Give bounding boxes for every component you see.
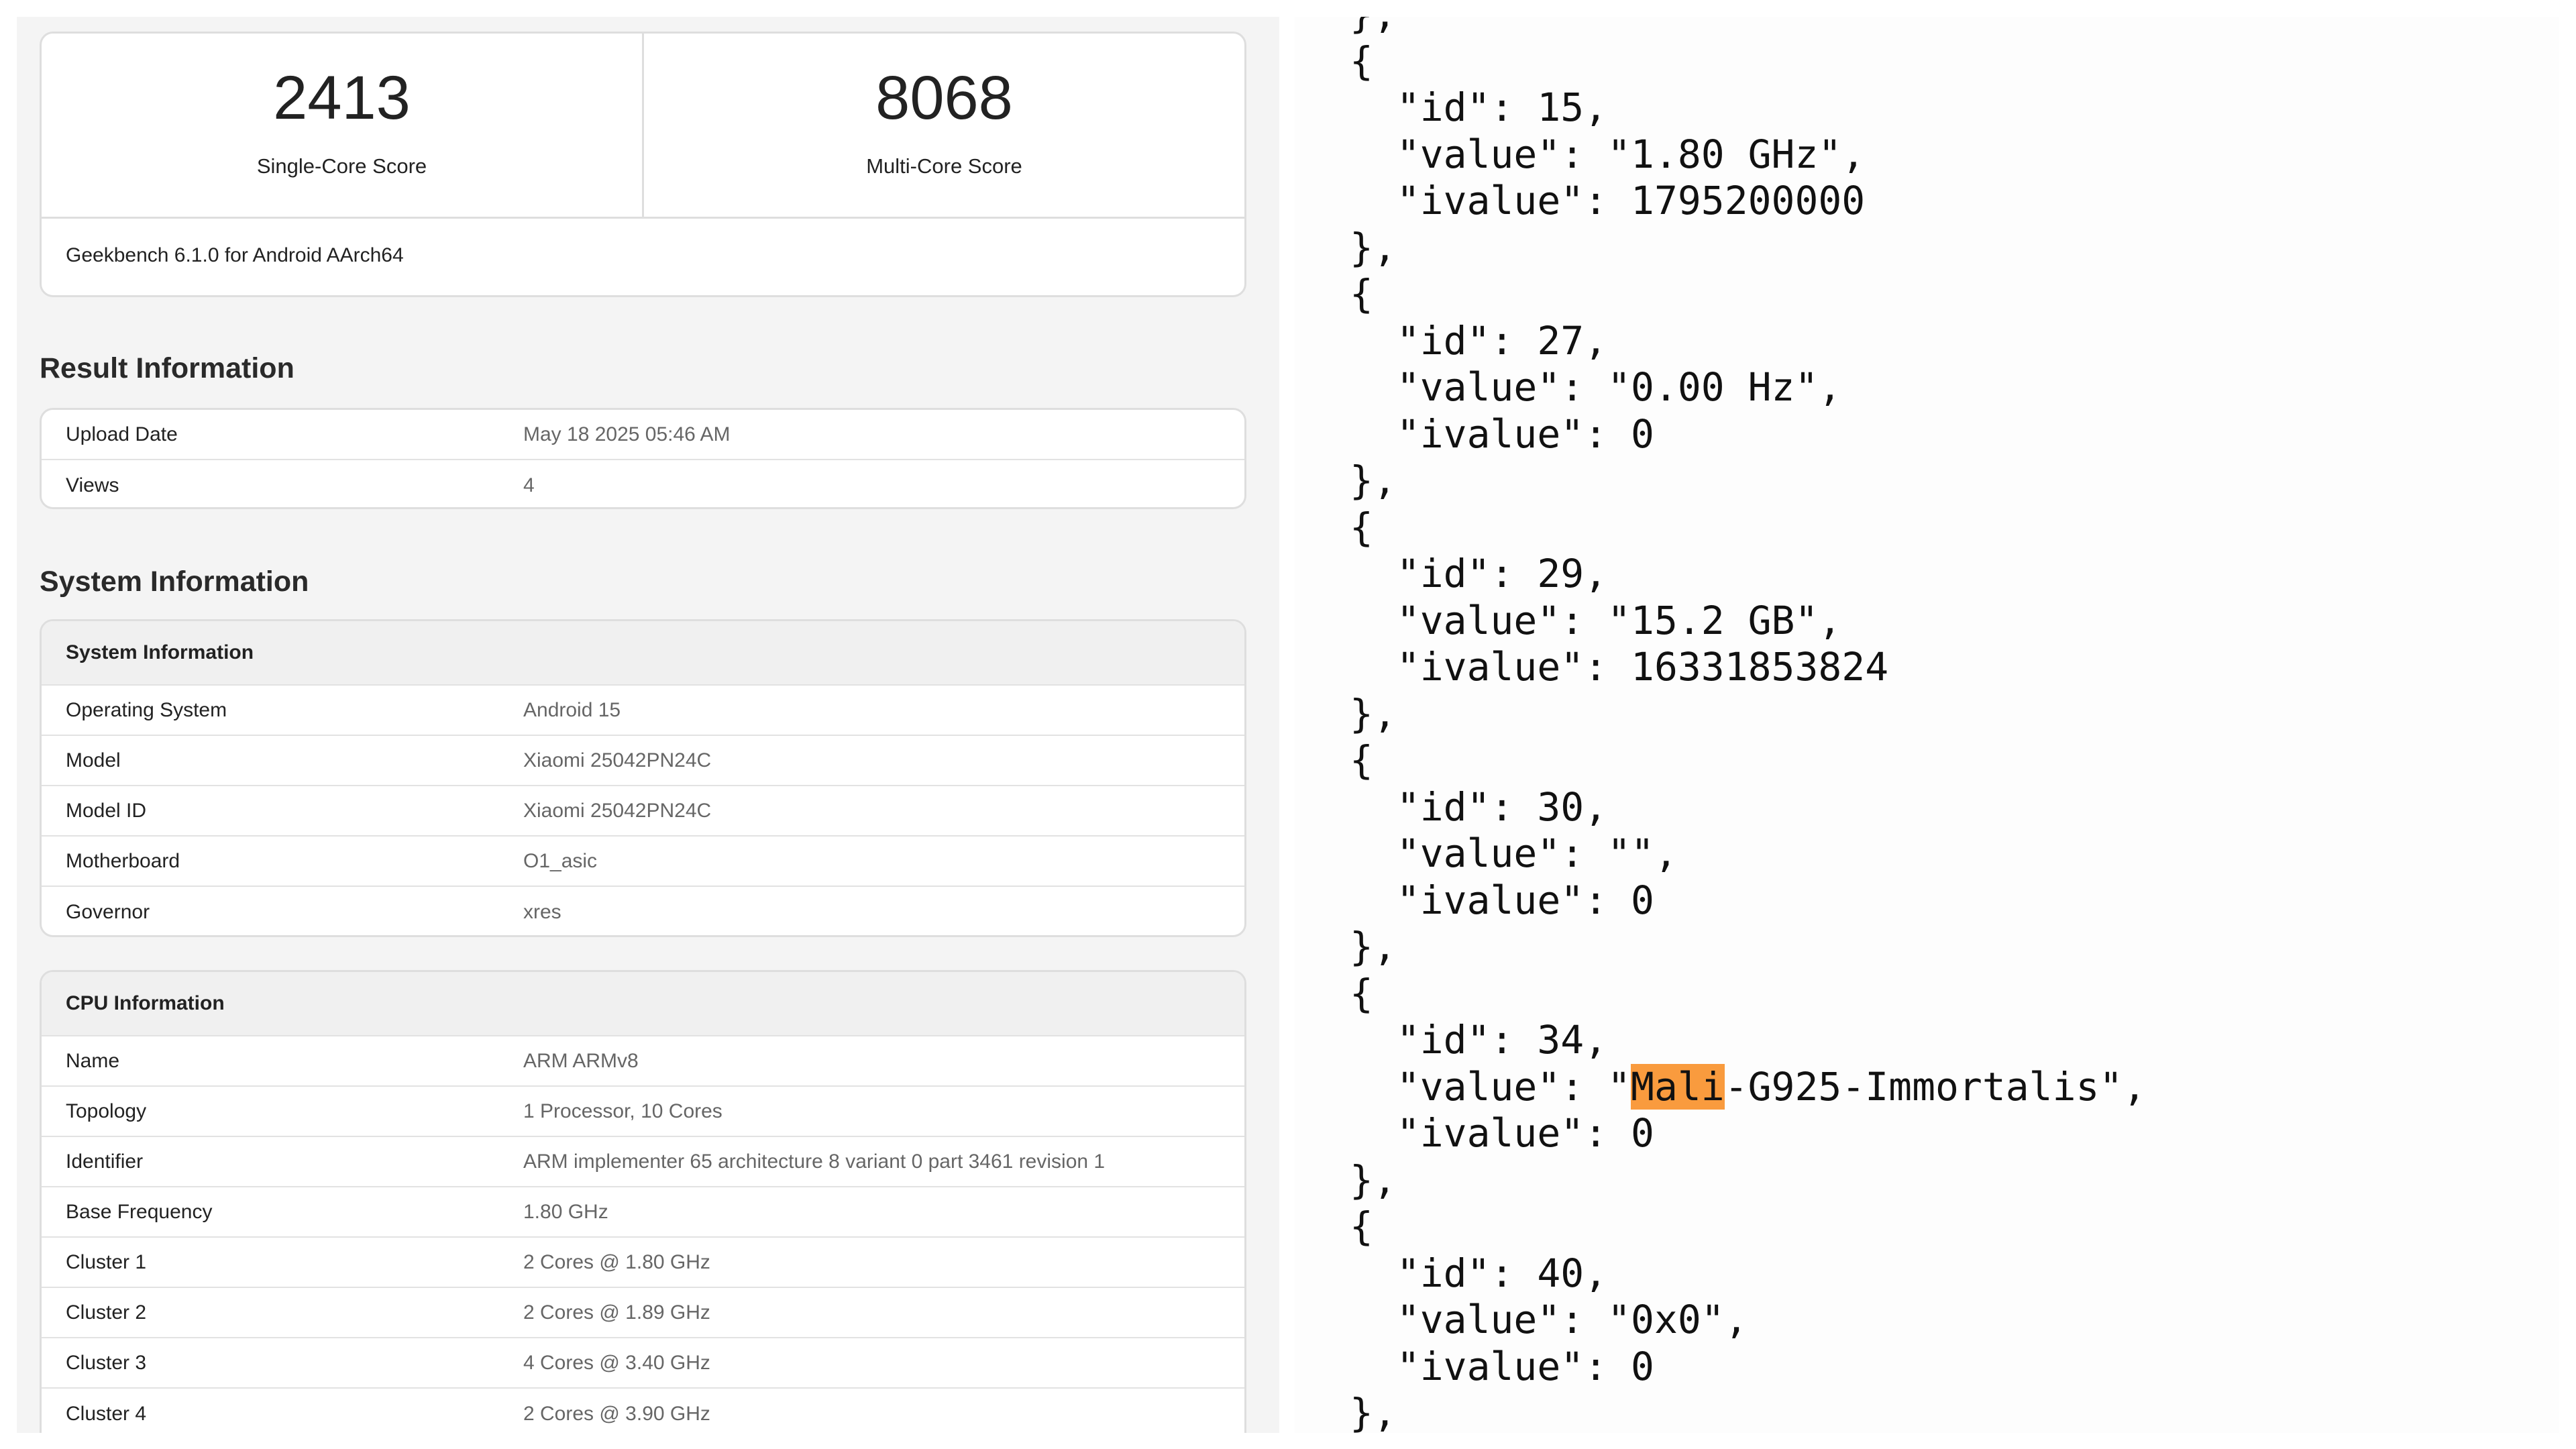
result-information-heading: Result Information: [40, 352, 294, 384]
row-value: 2 Cores @ 3.90 GHz: [523, 1402, 710, 1425]
row-label: Model ID: [66, 799, 147, 822]
info-row-governor: Governor xres: [42, 887, 1244, 935]
row-label: Cluster 4: [66, 1402, 147, 1425]
code-line: {: [1350, 737, 1373, 783]
code-line: "value": "15.2 GB",: [1350, 597, 1842, 643]
multi-core-score-value: 8068: [875, 64, 1013, 132]
single-core-score-cell: 2413 Single-Core Score: [42, 34, 642, 217]
info-row-motherboard: Motherboard O1_asic: [42, 837, 1244, 887]
code-line: "id": 34,: [1350, 1017, 1608, 1063]
score-row: 2413 Single-Core Score 8068 Multi-Core S…: [42, 34, 1244, 219]
json-code-block: },{ "id": 15, "value": "1.80 GHz", "ival…: [1350, 17, 2146, 1433]
code-line: },: [1350, 458, 1397, 503]
info-row-views: Views 4: [42, 460, 1244, 507]
code-line: },: [1350, 1390, 1397, 1433]
row-value: Android 15: [523, 698, 621, 721]
row-value: Xiaomi 25042PN24C: [523, 749, 712, 771]
cpu-row-cluster-3: Cluster 3 4 Cores @ 3.40 GHz: [42, 1338, 1244, 1389]
code-line: },: [1350, 17, 2146, 38]
result-information-card: Upload Date May 18 2025 05:46 AM Views 4: [40, 408, 1246, 509]
row-label: Views: [66, 474, 119, 496]
code-line: },: [1350, 1157, 1397, 1203]
system-information-card: System Information Operating System Andr…: [40, 619, 1246, 937]
code-line: },: [1350, 924, 1397, 969]
row-value: May 18 2025 05:46 AM: [523, 423, 731, 445]
cpu-row-cluster-4: Cluster 4 2 Cores @ 3.90 GHz: [42, 1389, 1244, 1433]
code-line-highlighted: "value": "Mali-G925-Immortalis",: [1350, 1063, 2147, 1111]
system-information-card-title: System Information: [42, 621, 1244, 686]
cpu-row-identifier: Identifier ARM implementer 65 architectu…: [42, 1137, 1244, 1187]
code-line: "id": 15,: [1350, 85, 1608, 130]
cpu-row-topology: Topology 1 Processor, 10 Cores: [42, 1087, 1244, 1137]
row-label: Model: [66, 749, 121, 771]
code-line: "ivalue": 0: [1350, 877, 1654, 923]
cpu-row-base-frequency: Base Frequency 1.80 GHz: [42, 1187, 1244, 1238]
code-line: {: [1350, 1203, 1373, 1249]
row-value: Xiaomi 25042PN24C: [523, 799, 712, 822]
code-text: -G925-Immortalis",: [1724, 1063, 2147, 1110]
code-line: {: [1350, 38, 1373, 84]
code-line: {: [1350, 970, 1373, 1016]
code-line: "id": 40,: [1350, 1250, 1608, 1296]
cpu-information-card: CPU Information Name ARM ARMv8 Topology …: [40, 970, 1246, 1433]
code-line: "id": 27,: [1350, 317, 1608, 364]
row-value: ARM ARMv8: [523, 1049, 639, 1072]
row-label: Governor: [66, 900, 150, 923]
code-line: "ivalue": 0: [1350, 1343, 1654, 1389]
score-card: 2413 Single-Core Score 8068 Multi-Core S…: [40, 32, 1246, 297]
geekbench-version: Geekbench 6.1.0 for Android AArch64: [66, 244, 404, 266]
cpu-row-cluster-1: Cluster 1 2 Cores @ 1.80 GHz: [42, 1238, 1244, 1288]
row-value: 1 Processor, 10 Cores: [523, 1099, 722, 1122]
search-match-highlight: Mali: [1631, 1063, 1725, 1110]
row-label: Cluster 1: [66, 1250, 147, 1273]
code-line: "id": 30,: [1350, 784, 1608, 830]
row-value: 2 Cores @ 1.89 GHz: [523, 1301, 710, 1324]
code-line: "value": "",: [1350, 830, 1678, 876]
system-information-heading: System Information: [40, 566, 309, 598]
code-line: {: [1350, 271, 1373, 317]
code-line: "id": 29,: [1350, 551, 1608, 596]
info-row-upload-date: Upload Date May 18 2025 05:46 AM: [42, 410, 1244, 460]
code-line: "value": "0x0",: [1350, 1297, 1748, 1342]
multi-core-score-cell: 8068 Multi-Core Score: [642, 34, 1244, 217]
row-label: Base Frequency: [66, 1200, 213, 1223]
code-line: "ivalue": 1795200000: [1350, 178, 1866, 223]
row-value: 1.80 GHz: [523, 1200, 608, 1223]
code-line: {: [1350, 504, 1373, 550]
code-text: "value": ": [1350, 1063, 1631, 1110]
row-value: O1_asic: [523, 849, 598, 872]
cpu-row-name: Name ARM ARMv8: [42, 1036, 1244, 1087]
row-value: 4 Cores @ 3.40 GHz: [523, 1351, 710, 1374]
code-line: "ivalue": 0: [1350, 1110, 1654, 1156]
row-value: ARM implementer 65 architecture 8 varian…: [523, 1150, 1106, 1173]
info-row-operating-system: Operating System Android 15: [42, 686, 1244, 736]
row-label: Motherboard: [66, 849, 180, 872]
row-value: 4: [523, 474, 535, 496]
code-line: "value": "1.80 GHz",: [1350, 131, 1866, 177]
single-core-score-value: 2413: [273, 64, 411, 132]
code-line: "ivalue": 0: [1350, 411, 1654, 457]
single-core-score-label: Single-Core Score: [256, 154, 427, 178]
code-line: },: [1350, 690, 1397, 737]
row-label: Topology: [66, 1099, 147, 1122]
code-line: "ivalue": 16331853824: [1350, 644, 1889, 690]
json-text-viewer[interactable]: },{ "id": 15, "value": "1.80 GHz", "ival…: [1295, 17, 2559, 1433]
row-label: Cluster 2: [66, 1301, 147, 1324]
cpu-row-cluster-2: Cluster 2 2 Cores @ 1.89 GHz: [42, 1288, 1244, 1338]
row-label: Operating System: [66, 698, 227, 721]
row-value: xres: [523, 900, 561, 923]
code-line: "value": "0.00 Hz",: [1350, 364, 1842, 410]
code-line: },: [1350, 224, 1397, 270]
multi-core-score-label: Multi-Core Score: [866, 154, 1022, 178]
row-value: 2 Cores @ 1.80 GHz: [523, 1250, 710, 1273]
row-label: Upload Date: [66, 423, 178, 445]
cpu-information-card-title: CPU Information: [42, 972, 1244, 1036]
row-label: Cluster 3: [66, 1351, 147, 1374]
geekbench-result-page: 2413 Single-Core Score 8068 Multi-Core S…: [17, 17, 1279, 1433]
info-row-model: Model Xiaomi 25042PN24C: [42, 736, 1244, 786]
info-row-model-id: Model ID Xiaomi 25042PN24C: [42, 786, 1244, 837]
row-label: Identifier: [66, 1150, 144, 1173]
row-label: Name: [66, 1049, 120, 1072]
